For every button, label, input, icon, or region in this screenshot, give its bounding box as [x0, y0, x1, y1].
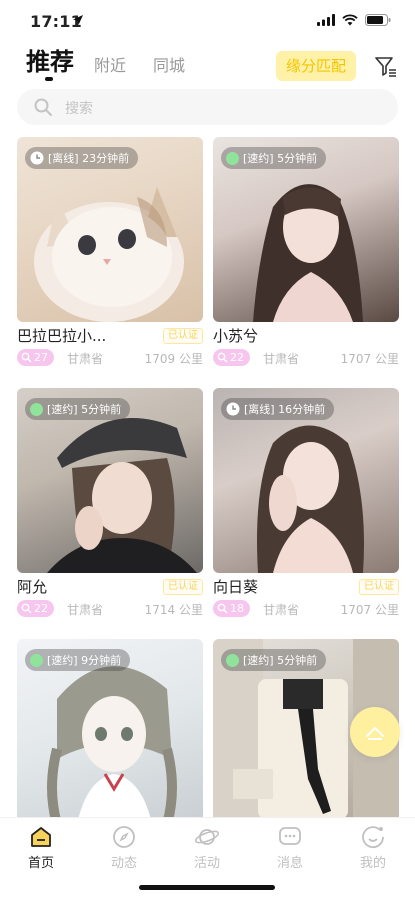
distance: 1714 公里 — [144, 603, 203, 617]
location-arrow-icon — [73, 15, 83, 25]
tab-label: 活动 — [193, 856, 220, 871]
province: 甘肃省 — [67, 352, 104, 366]
clock-icon — [226, 402, 240, 416]
clock-icon — [30, 151, 44, 165]
home-icon — [31, 827, 51, 847]
age-value: 22 — [230, 351, 244, 364]
online-dot — [226, 653, 239, 667]
profile-name: 小苏兮 — [213, 327, 259, 345]
header: 推荐 附近 同城 缘分匹配 — [0, 44, 415, 88]
verified-badge: 已认证 — [359, 579, 399, 595]
status-bar: 17:11 — [0, 0, 415, 44]
tab-feed[interactable]: 动态 — [94, 824, 154, 871]
verified-badge: 已认证 — [163, 579, 203, 595]
home-indicator — [139, 885, 275, 890]
tab-home[interactable]: 首页 — [11, 824, 71, 871]
status-badge: [离线] 16分钟前 — [221, 398, 335, 420]
age-value: 22 — [34, 602, 48, 615]
profile-name: 向日葵 — [213, 578, 259, 596]
planet-icon — [194, 829, 220, 845]
message-icon — [279, 827, 301, 845]
tab-label: 我的 — [359, 856, 386, 871]
compass-icon — [113, 826, 135, 848]
distance: 1709 公里 — [144, 352, 203, 366]
search-icon — [34, 98, 52, 116]
status-badge: [离线] 23分钟前 — [25, 147, 139, 169]
status-text: [速约] 5分钟前 — [47, 403, 122, 416]
online-dot — [30, 653, 43, 667]
search-bar[interactable]: 搜索 — [17, 89, 398, 125]
tab-label: 动态 — [110, 856, 137, 871]
profile-photo[interactable]: [速约] 5分钟前 — [213, 137, 399, 322]
tab-activity[interactable]: 活动 — [177, 824, 237, 871]
distance: 1707 公里 — [340, 352, 399, 366]
tab-recommend[interactable]: 推荐 — [26, 42, 74, 77]
search-input[interactable]: 搜索 — [65, 98, 93, 118]
match-button[interactable]: 缘分匹配 — [276, 51, 356, 81]
verified-badge: 已认证 — [163, 328, 203, 344]
status-text: [速约] 5分钟前 — [243, 654, 318, 667]
age-badge: 18 — [213, 600, 250, 617]
age-badge: 27 — [17, 349, 54, 366]
online-dot — [226, 151, 239, 165]
chevron-up-icon — [366, 726, 384, 740]
female-icon — [21, 352, 32, 363]
profile-icon — [362, 826, 384, 849]
status-text: [速约] 5分钟前 — [243, 152, 318, 165]
scroll-top-button[interactable] — [350, 707, 400, 757]
distance: 1707 公里 — [340, 603, 399, 617]
tab-profile[interactable]: 我的 — [343, 824, 403, 871]
profile-name: 阿允 — [17, 578, 48, 596]
age-value: 18 — [230, 602, 244, 615]
status-text: [离线] 16分钟前 — [244, 403, 326, 416]
female-icon — [21, 603, 32, 614]
online-dot — [30, 402, 43, 416]
status-text: [速约] 9分钟前 — [47, 654, 122, 667]
signal-icon — [317, 14, 335, 26]
profile-photo[interactable]: [离线] 23分钟前 — [17, 137, 203, 322]
active-tab-indicator — [45, 77, 53, 81]
status-badge: [速约] 5分钟前 — [25, 398, 131, 420]
province: 甘肃省 — [67, 603, 104, 617]
profile-photo[interactable]: [离线] 16分钟前 — [213, 388, 399, 573]
status-text: [离线] 23分钟前 — [48, 152, 130, 165]
status-badge: [速约] 5分钟前 — [221, 147, 327, 169]
tab-messages[interactable]: 消息 — [260, 824, 320, 871]
filter-icon[interactable] — [374, 56, 398, 78]
female-icon — [217, 352, 228, 363]
profile-photo[interactable]: [速约] 9分钟前 — [17, 639, 203, 824]
female-icon — [217, 603, 228, 614]
status-badge: [速约] 9分钟前 — [25, 649, 131, 671]
tab-nearby[interactable]: 附近 — [94, 52, 126, 76]
tab-label: 消息 — [276, 856, 303, 871]
age-badge: 22 — [213, 349, 250, 366]
tab-same-city[interactable]: 同城 — [153, 52, 185, 76]
wifi-icon — [342, 14, 358, 26]
battery-icon — [365, 14, 391, 26]
profile-name: 巴拉巴拉小... — [17, 327, 107, 345]
profile-photo[interactable]: [速约] 5分钟前 — [17, 388, 203, 573]
age-value: 27 — [34, 351, 48, 364]
province: 甘肃省 — [263, 603, 300, 617]
tab-label: 首页 — [27, 856, 54, 871]
status-badge: [速约] 5分钟前 — [221, 649, 327, 671]
age-badge: 22 — [17, 600, 54, 617]
province: 甘肃省 — [263, 352, 300, 366]
